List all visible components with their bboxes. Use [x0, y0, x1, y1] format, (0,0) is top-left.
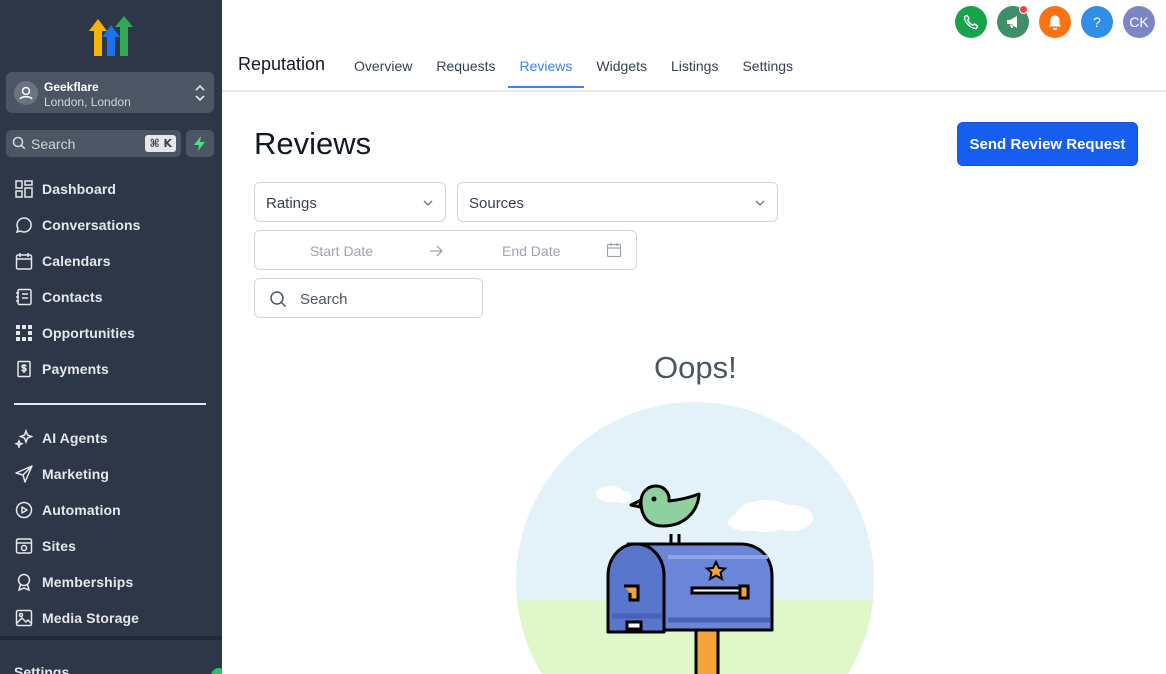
shortcut-badge: ⌘ K	[145, 135, 176, 152]
sidebar-item-media-storage[interactable]: Media Storage	[0, 600, 222, 636]
dashboard-icon	[15, 180, 33, 198]
module-tabs: Overview Requests Reviews Widgets Listin…	[342, 56, 805, 90]
send-icon	[15, 465, 33, 483]
tab-overview[interactable]: Overview	[342, 56, 424, 90]
page-title: Reviews	[254, 126, 372, 161]
chevron-down-icon	[423, 200, 433, 206]
announcements-button[interactable]	[997, 5, 1029, 38]
calendar-icon	[606, 243, 622, 258]
sidebar-item-label: AI Agents	[42, 430, 108, 446]
end-date-input[interactable]: End Date	[502, 243, 560, 259]
sidebar-item-contacts[interactable]: Contacts	[0, 279, 222, 315]
phone-icon	[963, 14, 979, 30]
chevron-up-down-icon	[195, 84, 205, 102]
sources-select[interactable]: Sources	[457, 182, 778, 222]
sites-icon	[15, 538, 33, 554]
help-icon: ?	[1093, 14, 1101, 30]
payments-icon	[17, 360, 31, 378]
app-logo-icon[interactable]	[88, 16, 134, 58]
notification-dot	[1019, 5, 1028, 14]
chat-icon	[15, 217, 32, 234]
tab-listings[interactable]: Listings	[659, 56, 730, 90]
status-indicator	[211, 668, 222, 674]
award-icon	[17, 573, 31, 592]
start-date-input[interactable]: Start Date	[310, 243, 373, 259]
avatar-initials: CK	[1129, 14, 1149, 30]
sidebar-item-dashboard[interactable]: Dashboard	[0, 171, 222, 207]
sidebar-item-label: Media Storage	[42, 610, 139, 626]
sidebar-nav-primary: Dashboard Conversations Calendars Contac…	[0, 171, 222, 387]
sidebar-item-label: Marketing	[42, 466, 110, 482]
bell-icon	[1049, 15, 1061, 30]
contacts-icon	[16, 288, 32, 306]
sidebar-item-marketing[interactable]: Marketing	[0, 456, 222, 492]
automation-icon	[15, 501, 33, 519]
opportunities-icon	[16, 325, 32, 341]
sidebar-item-label: Opportunities	[42, 325, 136, 341]
sidebar-item-opportunities[interactable]: Opportunities	[0, 315, 222, 351]
empty-state-title: Oops!	[654, 350, 737, 385]
sidebar-divider	[14, 403, 206, 405]
chevron-down-icon	[755, 200, 765, 206]
sidebar-item-label: Sites	[42, 538, 76, 554]
tab-settings[interactable]: Settings	[730, 56, 805, 90]
notifications-button[interactable]	[1039, 6, 1071, 38]
top-header: Reputation Overview Requests Reviews Wid…	[222, 0, 1166, 92]
sidebar-nav-secondary: AI Agents Marketing Automation Sites Mem…	[0, 420, 222, 636]
empty-mailbox-illustration	[516, 402, 874, 674]
quick-action-button[interactable]	[186, 130, 214, 157]
sidebar-item-conversations[interactable]: Conversations	[0, 207, 222, 243]
account-switcher[interactable]: Geekflare London, London	[6, 72, 214, 113]
sidebar-item-payments[interactable]: Payments	[0, 351, 222, 387]
send-review-request-button[interactable]: Send Review Request	[957, 122, 1138, 166]
sidebar-item-sites[interactable]: Sites	[0, 528, 222, 564]
image-icon	[15, 609, 33, 627]
location-icon	[14, 81, 38, 105]
sidebar-item-label: Conversations	[42, 217, 141, 233]
date-range-picker[interactable]: Start Date End Date	[254, 230, 637, 270]
sidebar-item-label: Memberships	[42, 574, 134, 590]
sparkle-icon	[14, 428, 34, 448]
tab-widgets[interactable]: Widgets	[584, 56, 659, 90]
sidebar-item-automation[interactable]: Automation	[0, 492, 222, 528]
ratings-select[interactable]: Ratings	[254, 182, 446, 222]
sidebar: Geekflare London, London Search ⌘ K Dash…	[0, 0, 222, 674]
sidebar-item-label: Automation	[42, 502, 121, 518]
account-name: Geekflare	[44, 80, 99, 94]
sidebar-item-calendars[interactable]: Calendars	[0, 243, 222, 279]
sidebar-item-memberships[interactable]: Memberships	[0, 564, 222, 600]
tab-requests[interactable]: Requests	[424, 56, 507, 90]
megaphone-icon	[1007, 16, 1017, 28]
module-title: Reputation	[238, 54, 326, 74]
reviews-search-input[interactable]: Search	[254, 278, 483, 318]
sources-select-value: Sources	[469, 195, 525, 212]
sidebar-search[interactable]: Search ⌘ K	[6, 130, 181, 157]
sidebar-item-label: Calendars	[42, 253, 111, 269]
arrow-right-icon	[430, 245, 443, 257]
sidebar-item-label: Dashboard	[42, 181, 117, 197]
sidebar-search-placeholder: Search	[31, 136, 76, 152]
sidebar-item-label: Payments	[42, 361, 109, 377]
bolt-icon	[194, 136, 205, 151]
ratings-select-value: Ratings	[266, 195, 317, 212]
sidebar-item-ai-agents[interactable]: AI Agents	[0, 420, 222, 456]
user-avatar[interactable]: CK	[1123, 6, 1155, 38]
tab-reviews[interactable]: Reviews	[507, 56, 585, 90]
calendar-icon	[15, 253, 33, 270]
sidebar-item-settings[interactable]: Settings	[14, 664, 69, 674]
search-icon	[270, 291, 287, 308]
sidebar-footer-divider	[0, 636, 222, 640]
sidebar-item-label: Contacts	[42, 289, 103, 305]
search-placeholder: Search	[300, 291, 348, 308]
help-button[interactable]: ?	[1081, 6, 1113, 38]
search-icon	[12, 136, 26, 150]
phone-button[interactable]	[955, 6, 987, 38]
account-location: London, London	[44, 95, 131, 109]
